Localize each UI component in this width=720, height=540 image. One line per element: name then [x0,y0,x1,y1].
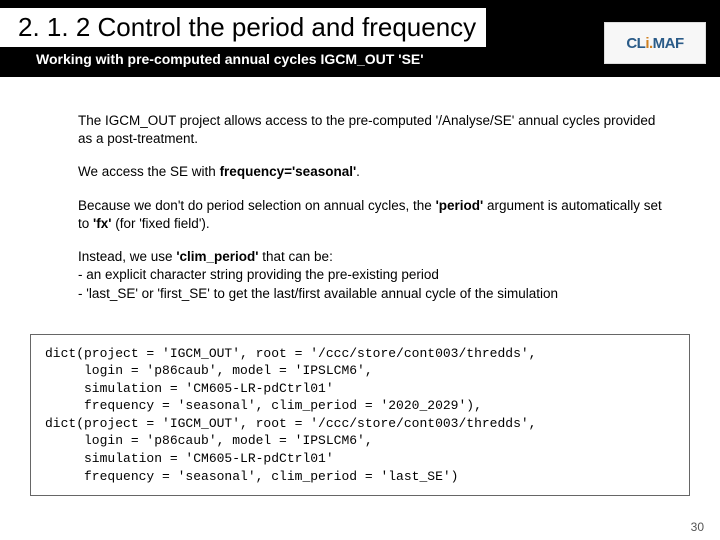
page-number: 30 [691,520,704,534]
slide-title: 2. 1. 2 Control the period and frequency [0,8,486,47]
para-4: Instead, we use 'clim_period' that can b… [78,248,670,303]
logo-text-post: MAF [653,35,684,52]
para-3: Because we don't do period selection on … [78,197,670,233]
para-2-a: We access the SE with [78,164,220,179]
para-2-c: . [356,164,360,179]
logo-text-i: i. [645,35,652,52]
para-2: We access the SE with frequency='seasona… [78,163,670,181]
para-3-b: 'period' [436,198,484,213]
climaf-logo: CLi.MAF [604,22,706,64]
para-4-b: 'clim_period' [176,249,258,264]
para-3-d: 'fx' [93,216,111,231]
para-2-bold: frequency='seasonal' [220,164,357,179]
logo-text-pre: CL [626,35,645,52]
code-block: dict(project = 'IGCM_OUT', root = '/ccc/… [30,334,690,496]
para-3-a: Because we don't do period selection on … [78,198,436,213]
para-3-e: (for 'fixed field'). [111,216,209,231]
para-4-a: Instead, we use [78,249,176,264]
para-4-li2: - 'last_SE' or 'first_SE' to get the las… [78,286,558,301]
header-block: 2. 1. 2 Control the period and frequency… [0,0,720,77]
para-1: The IGCM_OUT project allows access to th… [78,112,670,148]
para-4-c: that can be: [259,249,333,264]
body-text: The IGCM_OUT project allows access to th… [0,77,720,330]
para-4-li1: - an explicit character string providing… [78,267,439,282]
